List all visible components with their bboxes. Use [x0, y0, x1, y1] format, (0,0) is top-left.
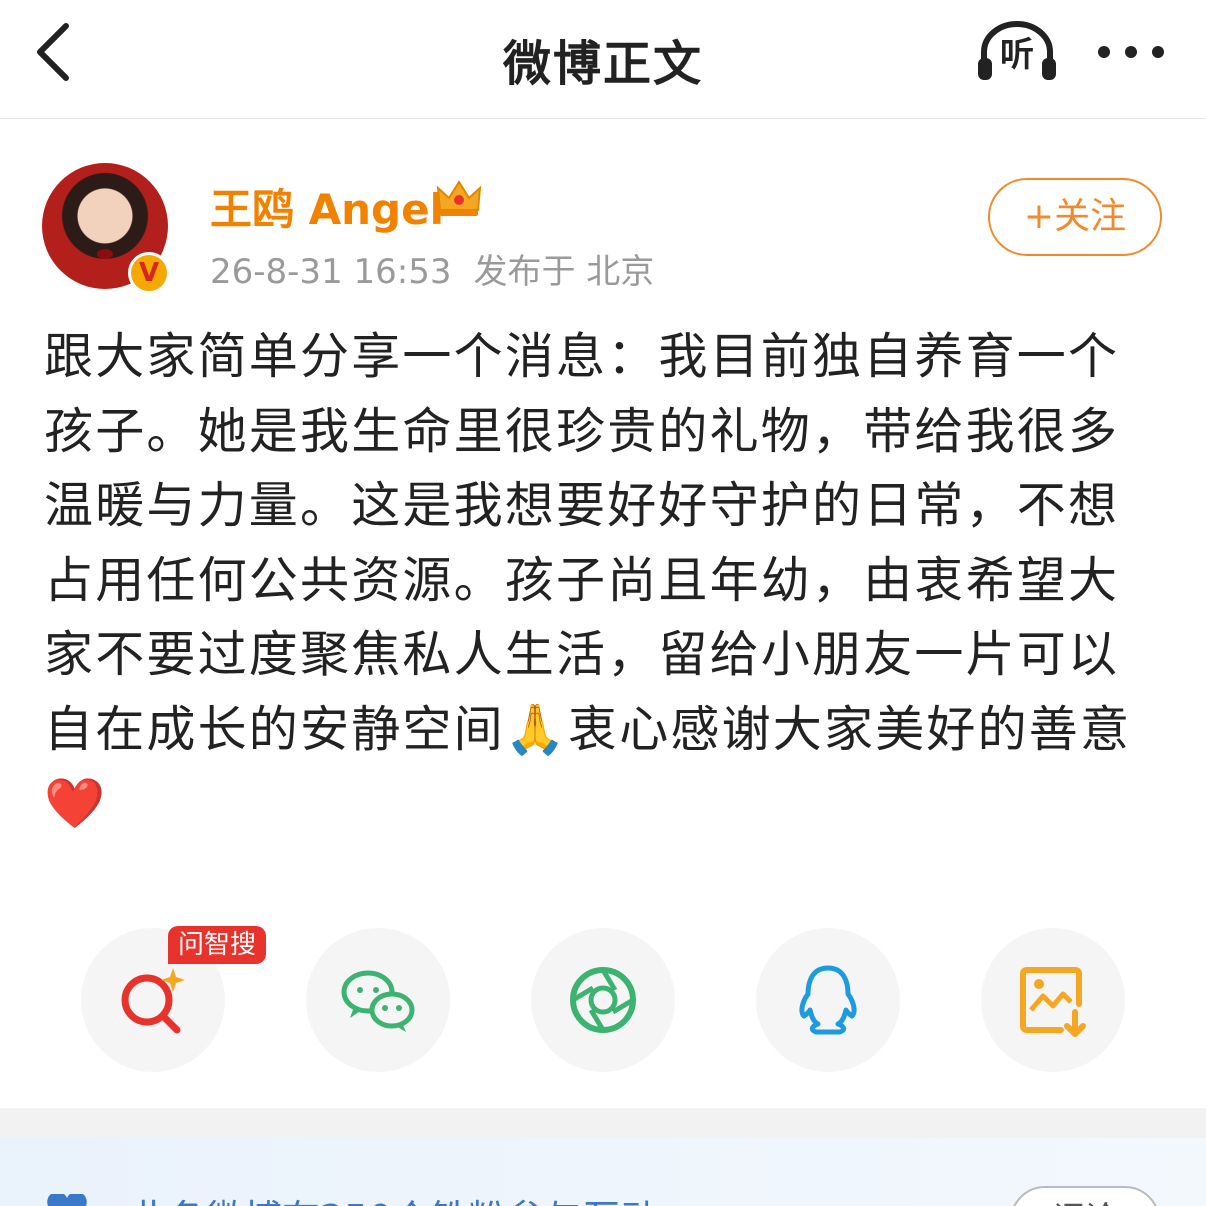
- post-text: 跟大家简单分享一个消息：我目前独自养育一个孩子。她是我生命里很珍贵的礼物，带给我…: [44, 328, 1132, 832]
- save-image-icon: [1020, 967, 1086, 1037]
- avatar-detail: [97, 249, 113, 259]
- more-button[interactable]: [1096, 30, 1166, 74]
- top-nav-bar: 微博正文 听: [0, 0, 1206, 119]
- comment-button[interactable]: 评论: [1010, 1186, 1160, 1206]
- share-moments-button[interactable]: [531, 928, 675, 1072]
- fan-interaction-banner[interactable]: 此条微博有250个铁粉参与互动 评论: [0, 1138, 1206, 1206]
- ai-search-icon: [121, 968, 185, 1034]
- post-timestamp: 26-8-31 16:53: [210, 252, 452, 292]
- wechat-icon: [341, 970, 415, 1032]
- save-image-button[interactable]: [981, 928, 1125, 1072]
- share-qq-button[interactable]: [756, 928, 900, 1072]
- qq-icon: [799, 965, 857, 1035]
- listen-label: 听: [1000, 35, 1034, 75]
- follow-button[interactable]: +关注: [988, 178, 1162, 256]
- crown-icon: [436, 180, 482, 216]
- fan-heart-icon: [47, 1194, 87, 1206]
- verified-badge-icon: V: [128, 252, 170, 294]
- post-location: 发布于 北京: [473, 252, 655, 292]
- banner-text: 此条微博有250个铁粉参与互动: [130, 1188, 659, 1206]
- more-dots-icon: [1098, 46, 1164, 58]
- listen-button[interactable]: 听: [974, 20, 1060, 84]
- moments-icon: [570, 967, 636, 1033]
- share-wechat-button[interactable]: [306, 928, 450, 1072]
- username[interactable]: 王鸥 Angel: [210, 176, 444, 237]
- section-divider: [0, 1108, 1206, 1138]
- post-meta: 26-8-31 16:53 发布于 北京: [210, 244, 654, 293]
- ai-search-tag: 问智搜: [168, 926, 266, 964]
